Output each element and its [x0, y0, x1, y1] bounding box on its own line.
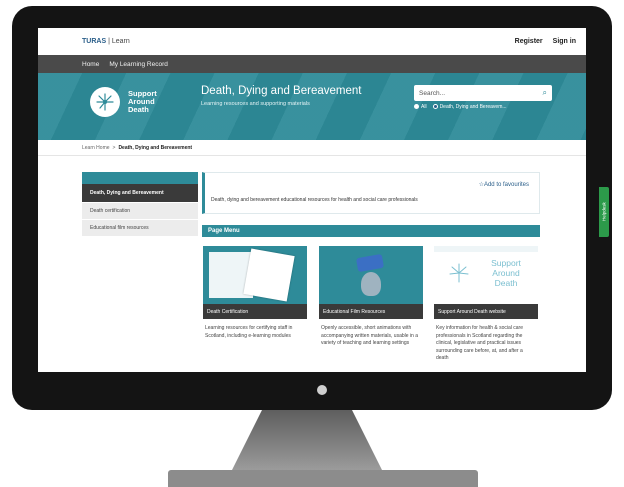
breadcrumb-home[interactable]: Learn Home [82, 145, 110, 151]
site-brand[interactable]: TURAS | Learn [82, 38, 130, 45]
card-description: Openly accessible, short animations with… [321, 325, 418, 346]
brand-suffix: | Learn [108, 38, 130, 45]
breadcrumb-separator: > [112, 144, 116, 151]
radio-all[interactable]: All [414, 104, 427, 110]
monitor-stand-neck [232, 410, 382, 470]
nav-my-learning-record[interactable]: My Learning Record [109, 61, 168, 68]
screen-bottom-bezel [38, 372, 586, 382]
sad-logo-line-2: Around [492, 268, 520, 278]
radio-scope-label: Death, Dying and Bereavem... [439, 104, 507, 110]
radio-scope[interactable]: Death, Dying and Bereavem... [432, 104, 507, 110]
monitor-stand-base [168, 470, 478, 487]
intro-text: Death, dying and bereavement educational… [211, 197, 418, 203]
site-topbar: TURAS | Learn Register Sign in [38, 28, 586, 55]
death-certification-thumbnail [203, 246, 307, 304]
page-menu-heading: Page Menu [202, 225, 540, 237]
search-icon[interactable]: ⌕ [543, 88, 547, 98]
hero-banner: Support Around Death Death, Dying and Be… [38, 73, 586, 140]
card-educational-film-resources[interactable]: Educational Film Resources Openly access… [319, 246, 423, 348]
sign-in-link[interactable]: Sign in [553, 38, 576, 45]
page-title: Death, Dying and Bereavement [201, 85, 362, 97]
card-death-certification[interactable]: Death Certification Learning resources f… [203, 246, 307, 340]
speech-sign-icon [355, 253, 385, 273]
dandelion-icon [448, 262, 470, 289]
helpdesk-tab[interactable]: Helpdesk [599, 187, 609, 237]
card-support-around-death-website[interactable]: Support Around Death Support Around Deat… [434, 246, 538, 363]
radio-scope-dot [432, 104, 438, 110]
auth-links: Register Sign in [515, 38, 576, 45]
logo-wordmark: Support Around Death [128, 90, 168, 114]
character-figure-icon [361, 272, 381, 296]
search-input[interactable]: Search... ⌕ [414, 85, 552, 101]
main-nav: Home My Learning Record [38, 55, 586, 73]
sad-logo-line-3: Death [494, 278, 518, 288]
power-led [317, 385, 327, 395]
monitor-mockup: TURAS | Learn Register Sign in Home My L… [0, 0, 624, 487]
card-description: Learning resources for certifying staff … [205, 325, 293, 339]
sidebar-item-death-certification[interactable]: Death certification [82, 202, 198, 219]
breadcrumb: Learn Home > Death, Dying and Bereavemen… [38, 140, 586, 156]
booklet-page-image [243, 248, 295, 302]
add-to-favourites-link[interactable]: ☆Add to favourites [479, 181, 529, 188]
page-subtitle: Learning resources and supporting materi… [201, 101, 310, 107]
film-resources-thumbnail [319, 246, 423, 304]
sidebar-item-death-dying-bereavement[interactable]: Death, Dying and Bereavement [82, 184, 198, 202]
card-label: Educational Film Resources [319, 304, 423, 319]
logo-line-3: Death [128, 105, 149, 114]
sidebar-item-educational-film[interactable]: Educational film resources [82, 219, 198, 236]
sidebar: Death, Dying and Bereavement Death certi… [82, 172, 198, 236]
register-link[interactable]: Register [515, 38, 543, 45]
search-scope: All Death, Dying and Bereavem... [414, 104, 507, 110]
card-description: Key information for health & social care… [436, 325, 523, 361]
sad-logo-line-1: Support [491, 258, 521, 268]
sad-website-thumbnail: Support Around Death [434, 246, 538, 304]
radio-all-dot [414, 104, 419, 110]
search-placeholder: Search... [419, 89, 446, 97]
radio-all-label: All [421, 104, 427, 110]
intro-panel: ☆Add to favourites Death, dying and bere… [202, 172, 540, 214]
card-label: Support Around Death website [434, 304, 538, 319]
card-label: Death Certification [203, 304, 307, 319]
nav-home[interactable]: Home [82, 61, 99, 68]
dandelion-icon [90, 87, 120, 117]
breadcrumb-current: Death, Dying and Bereavement [118, 144, 193, 151]
brand-name: TURAS [82, 38, 107, 45]
sidebar-accent [82, 172, 198, 184]
support-around-death-logo[interactable]: Support Around Death [90, 87, 168, 117]
sad-logo-wordmark: Support Around Death [478, 258, 534, 288]
